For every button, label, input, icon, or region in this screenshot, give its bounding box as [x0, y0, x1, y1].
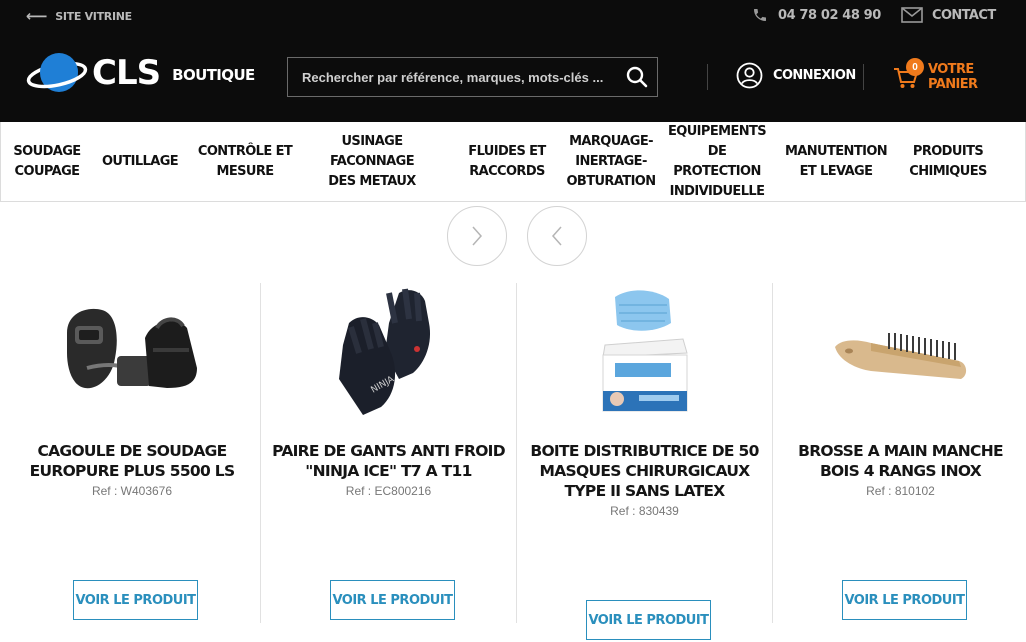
search-button[interactable]	[617, 58, 657, 96]
category-nav: SOUDAGE COUPAGE OUTILLAGE CONTRÔLE ET ME…	[0, 122, 1026, 202]
product-ref: Ref : EC800216	[345, 484, 432, 498]
product-card: BOITE DISTRIBUTRICE DE 50 MASQUES CHIRUR…	[516, 283, 772, 640]
search-icon	[626, 66, 648, 88]
product-card: BROSSE A MAIN MANCHE BOIS 4 RANGS INOX R…	[772, 283, 1026, 623]
chevron-left-icon	[551, 226, 562, 246]
product-ref: Ref : W403676	[91, 484, 173, 498]
chevron-right-icon	[472, 226, 483, 246]
nav-item-controle-mesure[interactable]: CONTRÔLE ET MESURE	[197, 122, 293, 202]
nav-item-outillage[interactable]: OUTILLAGE	[97, 122, 183, 202]
phone-number: 04 78 02 48 90	[778, 7, 881, 23]
welding-hood-image	[67, 308, 197, 389]
carousel-prev-button[interactable]	[527, 206, 587, 266]
logo-sub-label: BOUTIQUE	[172, 66, 255, 84]
product-name-block: BOITE DISTRIBUTRICE DE 50 MASQUES CHIRUR…	[527, 441, 762, 521]
product-ref: Ref : 810102	[866, 484, 935, 498]
cart-link[interactable]: 0 VOTRE PANIER	[892, 58, 1026, 92]
nav-item-usinage[interactable]: USINAGE FACONNAGE DES METAUX	[305, 122, 439, 202]
back-to-site-label: SITE VITRINE	[55, 10, 132, 23]
product-name-block: PAIRE DE GANTS ANTI FROID "NINJA ICE" T7…	[271, 441, 506, 501]
site-logo[interactable]: CLS BOUTIQUE	[26, 50, 255, 96]
view-product-button[interactable]: VOIR LE PRODUIT	[586, 600, 711, 640]
product-image[interactable]	[4, 283, 260, 423]
nav-item-marquage[interactable]: MARQUAGE- INERTAGE- OBTURATION	[566, 122, 656, 202]
product-name[interactable]: BOITE DISTRIBUTRICE DE 50 MASQUES CHIRUR…	[527, 441, 762, 501]
contact-label: CONTACT	[932, 7, 996, 23]
product-name[interactable]: BROSSE A MAIN MANCHE BOIS 4 RANGS INOX	[783, 441, 1018, 481]
search-bar	[287, 57, 658, 97]
product-image[interactable]: NINJA	[261, 283, 516, 423]
header-divider	[863, 64, 864, 90]
view-product-button[interactable]: VOIR LE PRODUIT	[842, 580, 967, 620]
site-header: ⟵ SITE VITRINE 04 78 02 48 90 CONTACT CL…	[0, 0, 1026, 122]
cart-label: VOTRE PANIER	[928, 62, 978, 92]
arrow-left-icon: ⟵	[26, 7, 48, 25]
surgical-mask-box-image	[601, 290, 688, 412]
product-name-block: BROSSE A MAIN MANCHE BOIS 4 RANGS INOX R…	[783, 441, 1018, 501]
cart-count-badge: 0	[906, 58, 924, 76]
product-image[interactable]	[517, 283, 772, 423]
view-product-button[interactable]: VOIR LE PRODUIT	[73, 580, 198, 620]
header-divider	[707, 64, 708, 90]
wire-brush-image	[834, 333, 966, 379]
product-ref: Ref : 830439	[610, 504, 679, 518]
back-to-site-link[interactable]: ⟵ SITE VITRINE	[26, 9, 132, 24]
nav-item-soudage-coupage[interactable]: SOUDAGE COUPAGE	[9, 122, 85, 202]
contact-link[interactable]: CONTACT	[901, 7, 996, 23]
gloves-image: NINJA	[338, 288, 430, 415]
view-product-button[interactable]: VOIR LE PRODUIT	[330, 580, 455, 620]
product-card: NINJA PAIRE DE GANTS ANTI FROID "NINJA I…	[260, 283, 516, 623]
nav-item-manutention[interactable]: MANUTENTION ET LEVAGE	[785, 122, 888, 202]
product-name-block: CAGOULE DE SOUDAGE EUROPURE PLUS 5500 LS…	[14, 441, 250, 501]
logo-text: CLS	[92, 53, 161, 93]
nav-item-epi[interactable]: EQUIPEMENTS DE PROTECTION INDIVIDUELLE	[661, 122, 773, 202]
product-name[interactable]: CAGOULE DE SOUDAGE EUROPURE PLUS 5500 LS	[14, 441, 250, 481]
login-label: CONNEXION	[773, 68, 856, 83]
cart-icon-wrap: 0	[892, 58, 924, 91]
carousel-next-button[interactable]	[447, 206, 507, 266]
planet-logo-icon	[26, 53, 88, 92]
nav-item-produits-chimiques[interactable]: PRODUITS CHIMIQUES	[881, 122, 1015, 202]
product-image[interactable]	[773, 283, 1026, 423]
nav-item-fluides-raccords[interactable]: FLUIDES ET RACCORDS	[463, 122, 551, 202]
search-input[interactable]	[288, 58, 617, 96]
user-icon	[736, 62, 763, 89]
product-card: CAGOULE DE SOUDAGE EUROPURE PLUS 5500 LS…	[4, 283, 260, 623]
phone-icon	[754, 9, 766, 21]
login-link[interactable]: CONNEXION	[736, 62, 856, 89]
product-name[interactable]: PAIRE DE GANTS ANTI FROID "NINJA ICE" T7…	[271, 441, 506, 481]
phone-link[interactable]: 04 78 02 48 90	[752, 7, 881, 23]
envelope-icon	[901, 7, 923, 23]
